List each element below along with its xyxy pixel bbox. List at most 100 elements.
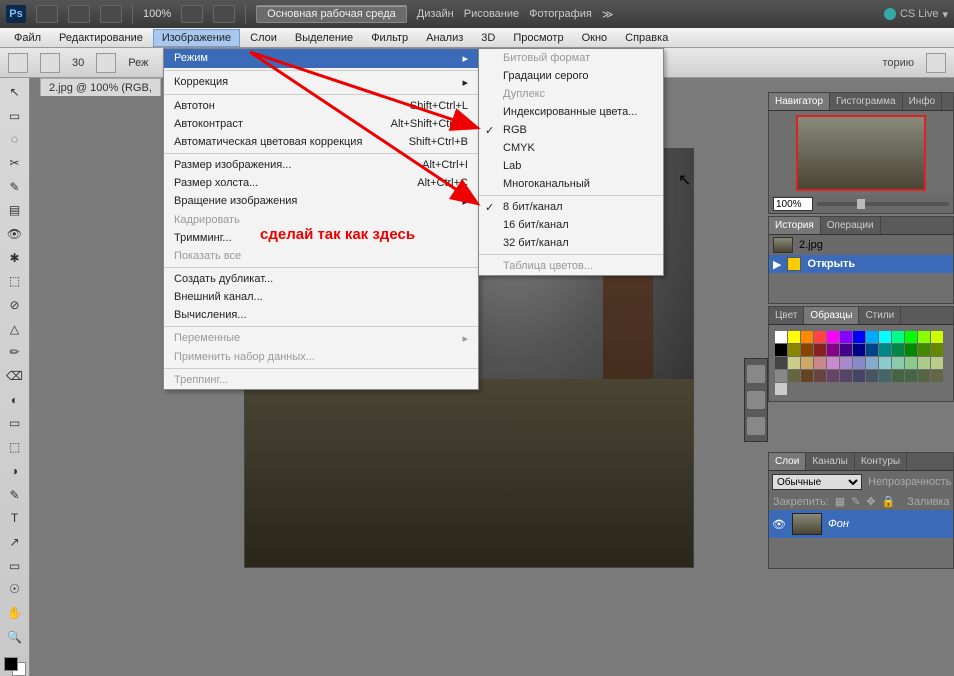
swatch[interactable] xyxy=(918,357,930,369)
swatch[interactable] xyxy=(775,344,787,356)
tab-color[interactable]: Цвет xyxy=(769,307,804,324)
history-snapshot[interactable]: 2.jpg xyxy=(769,235,953,255)
navigator-zoom-input[interactable] xyxy=(773,197,813,211)
tool-17[interactable]: ✎ xyxy=(4,485,26,505)
swatch[interactable] xyxy=(905,370,917,382)
swatch[interactable] xyxy=(918,370,930,382)
swatch[interactable] xyxy=(801,331,813,343)
tool-16[interactable]: ◑ xyxy=(4,461,26,481)
tool-8[interactable]: ⬚ xyxy=(4,272,26,292)
tool-11[interactable]: ✏ xyxy=(4,343,26,363)
tool-2[interactable]: ◌ xyxy=(4,129,26,149)
workspace-design[interactable]: Дизайн xyxy=(417,8,454,20)
swatch[interactable] xyxy=(775,383,787,395)
swatch[interactable] xyxy=(827,357,839,369)
swatch[interactable] xyxy=(866,344,878,356)
navigator-zoom-slider[interactable] xyxy=(817,202,949,206)
swatch[interactable] xyxy=(814,344,826,356)
menu-фильтр[interactable]: Фильтр xyxy=(363,30,416,46)
tool-5[interactable]: ▤ xyxy=(4,200,26,220)
tab-styles[interactable]: Стили xyxy=(859,307,901,324)
swatch[interactable] xyxy=(775,370,787,382)
tool-1[interactable]: ▭ xyxy=(4,106,26,126)
swatch[interactable] xyxy=(879,331,891,343)
brush-panel-button[interactable] xyxy=(96,53,116,73)
brush-preview[interactable] xyxy=(40,53,60,73)
tab-info[interactable]: Инфо xyxy=(903,93,943,110)
launch-minibridge-button[interactable] xyxy=(68,5,90,23)
submenu-item[interactable]: Lab xyxy=(479,157,663,175)
visibility-eye-icon[interactable]: 👁 xyxy=(772,518,786,531)
swatch[interactable] xyxy=(853,370,865,382)
swatch[interactable] xyxy=(931,370,943,382)
tool-21[interactable]: ☉ xyxy=(4,579,26,599)
tool-6[interactable]: 👁 xyxy=(4,224,26,244)
lock-pixels-icon[interactable]: ▦ xyxy=(835,495,845,508)
swatch[interactable] xyxy=(840,344,852,356)
swatch[interactable] xyxy=(814,331,826,343)
submenu-item[interactable]: 16 бит/канал xyxy=(479,216,663,234)
blend-mode-select[interactable]: Обычные xyxy=(772,474,862,490)
swatch[interactable] xyxy=(892,357,904,369)
tab-navigator[interactable]: Навигатор xyxy=(769,93,830,110)
tab-history[interactable]: История xyxy=(769,217,821,234)
document-tab[interactable]: 2.jpg @ 100% (RGB, xyxy=(40,78,161,96)
tab-histogram[interactable]: Гистограмма xyxy=(830,93,903,110)
tool-10[interactable]: △ xyxy=(4,319,26,339)
swatch[interactable] xyxy=(814,370,826,382)
tool-0[interactable]: ↖ xyxy=(4,82,26,102)
tool-4[interactable]: ✎ xyxy=(4,177,26,197)
swatch[interactable] xyxy=(905,357,917,369)
submenu-item[interactable]: RGB xyxy=(479,121,663,139)
tool-18[interactable]: T xyxy=(4,508,26,528)
swatch[interactable] xyxy=(788,344,800,356)
swatch[interactable] xyxy=(931,344,943,356)
swatch[interactable] xyxy=(840,357,852,369)
tool-14[interactable]: ▭ xyxy=(4,414,26,434)
swatch[interactable] xyxy=(775,331,787,343)
menu-редактирование[interactable]: Редактирование xyxy=(51,30,151,46)
menu-окно[interactable]: Окно xyxy=(574,30,616,46)
menu-item[interactable]: АвтоконтрастAlt+Shift+Ctrl+L xyxy=(164,115,478,133)
menu-item-mode[interactable]: Режим ▸ xyxy=(164,49,478,68)
menu-item[interactable]: АвтотонShift+Ctrl+L xyxy=(164,97,478,115)
panel-icon-2[interactable] xyxy=(747,391,765,409)
swatch[interactable] xyxy=(853,344,865,356)
workspace-drawing[interactable]: Рисование xyxy=(464,8,519,20)
swatch[interactable] xyxy=(879,370,891,382)
tablet-pressure-button[interactable] xyxy=(926,53,946,73)
swatch[interactable] xyxy=(931,331,943,343)
panel-icon-3[interactable] xyxy=(747,417,765,435)
tab-actions[interactable]: Операции xyxy=(821,217,881,234)
menu-изображение[interactable]: Изображение xyxy=(153,29,240,47)
swatch[interactable] xyxy=(801,344,813,356)
swatch[interactable] xyxy=(905,331,917,343)
swatch[interactable] xyxy=(827,344,839,356)
submenu-item[interactable]: Индексированные цвета... xyxy=(479,103,663,121)
tool-13[interactable]: ◐ xyxy=(4,390,26,410)
swatch[interactable] xyxy=(788,357,800,369)
tool-preset-button[interactable] xyxy=(8,53,28,73)
submenu-item[interactable]: 8 бит/канал xyxy=(479,198,663,216)
tool-7[interactable]: ✱ xyxy=(4,248,26,268)
tab-paths[interactable]: Контуры xyxy=(855,453,907,470)
swatch[interactable] xyxy=(840,331,852,343)
submenu-item[interactable]: Многоканальный xyxy=(479,175,663,193)
submenu-item[interactable]: Градации серого xyxy=(479,67,663,85)
swatch[interactable] xyxy=(918,331,930,343)
menu-анализ[interactable]: Анализ xyxy=(418,30,471,46)
swatch[interactable] xyxy=(840,370,852,382)
swatch[interactable] xyxy=(879,357,891,369)
lock-brush-icon[interactable]: ✎ xyxy=(851,495,860,508)
swatch[interactable] xyxy=(892,331,904,343)
swatch[interactable] xyxy=(775,357,787,369)
color-swatch[interactable] xyxy=(4,657,26,676)
swatch[interactable] xyxy=(853,357,865,369)
swatch[interactable] xyxy=(827,370,839,382)
menu-item[interactable]: Вычисления... xyxy=(164,306,478,324)
screen-mode-button[interactable] xyxy=(213,5,235,23)
submenu-item[interactable]: CMYK xyxy=(479,139,663,157)
lock-move-icon[interactable]: ✥ xyxy=(866,495,875,508)
swatch[interactable] xyxy=(866,357,878,369)
panel-icon-1[interactable] xyxy=(747,365,765,383)
